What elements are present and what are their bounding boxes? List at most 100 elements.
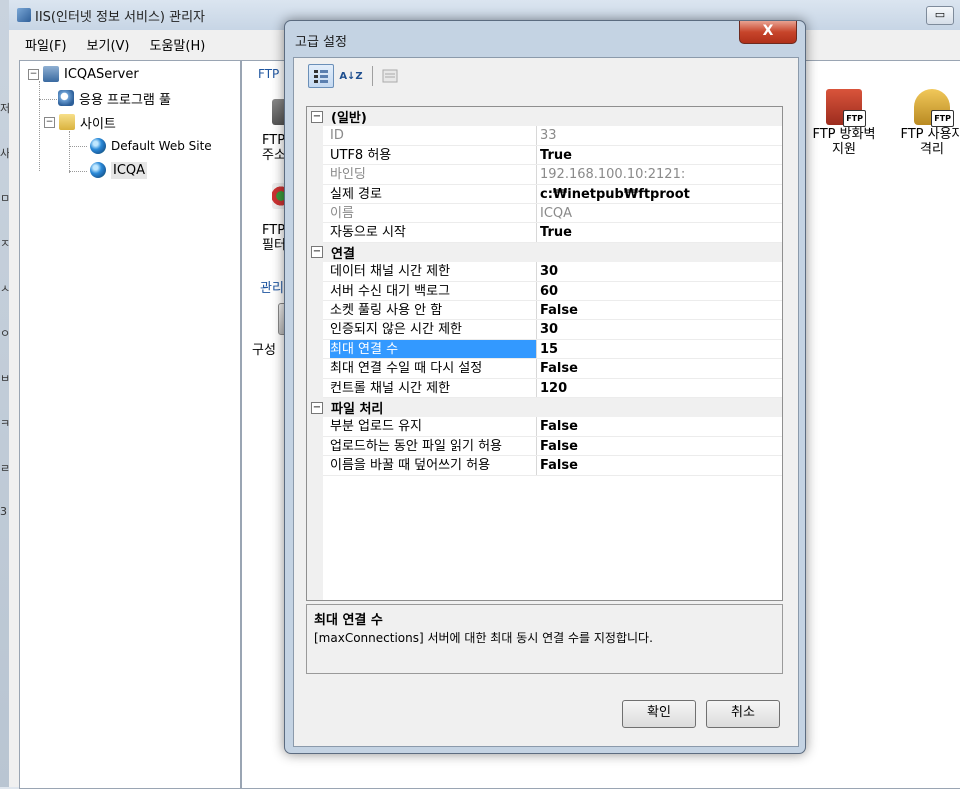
connections-tree: − ICQAServer 응용 프로그램 풀 − 사이트 Default Web… bbox=[19, 60, 241, 789]
category-label: 연결 bbox=[331, 246, 355, 262]
category-row[interactable]: − (일반) bbox=[307, 107, 782, 126]
tree-label-sites: 사이트 bbox=[80, 116, 116, 132]
strip-mark: ㄹ bbox=[0, 462, 9, 475]
tree-label-icqa: ICQA bbox=[111, 161, 148, 179]
folder-icon bbox=[59, 114, 75, 130]
menu-file[interactable]: 파일(F) bbox=[25, 35, 67, 54]
property-row[interactable]: 이름 ICQA bbox=[307, 204, 782, 223]
property-pages-button[interactable] bbox=[377, 64, 403, 88]
property-name: 최대 연결 수 bbox=[330, 339, 536, 359]
property-row[interactable]: ID 33 bbox=[307, 126, 782, 145]
property-row[interactable]: 인증되지 않은 시간 제한 30 bbox=[307, 320, 782, 339]
property-value[interactable]: 30 bbox=[540, 262, 780, 281]
collapse-icon[interactable]: − bbox=[311, 246, 323, 259]
property-row[interactable]: 부분 업로드 유지 False bbox=[307, 417, 782, 436]
property-name: 데이터 채널 시간 제한 bbox=[330, 264, 451, 280]
property-value[interactable]: False bbox=[540, 359, 780, 378]
alphabetical-view-button[interactable]: A↓Z bbox=[338, 64, 364, 88]
ok-button[interactable]: 확인 bbox=[622, 700, 696, 728]
property-row[interactable]: 컨트롤 채널 시간 제한 120 bbox=[307, 379, 782, 398]
property-name: 업로드하는 동안 파일 읽기 허용 bbox=[330, 438, 503, 454]
collapse-icon[interactable]: − bbox=[44, 116, 55, 128]
app-pool-icon bbox=[58, 90, 74, 106]
property-value[interactable]: 15 bbox=[540, 340, 780, 359]
cancel-button[interactable]: 취소 bbox=[706, 700, 780, 728]
property-row[interactable]: 소켓 풀링 사용 안 함 False bbox=[307, 301, 782, 320]
property-row[interactable]: 최대 연결 수 15 bbox=[307, 339, 782, 359]
property-row[interactable]: 최대 연결 수일 때 다시 설정 False bbox=[307, 359, 782, 378]
property-row[interactable]: 실제 경로 c:₩inetpub₩ftproot bbox=[307, 185, 782, 204]
property-value[interactable]: False bbox=[540, 301, 780, 320]
user-isolation-icon: FTP bbox=[914, 89, 954, 127]
property-name: 이름 bbox=[330, 206, 354, 221]
property-row[interactable]: 자동으로 시작 True bbox=[307, 223, 782, 242]
feature-config[interactable]: 구성 bbox=[252, 343, 276, 358]
strip-mark: ㅋ bbox=[0, 417, 9, 430]
property-row[interactable]: 바인딩 192.168.100.10:2121: bbox=[307, 165, 782, 184]
property-value[interactable]: 60 bbox=[540, 282, 780, 301]
tree-label-app-pool: 응용 프로그램 풀 bbox=[79, 92, 171, 108]
tree-node-app-pool[interactable]: 응용 프로그램 풀 bbox=[58, 87, 171, 109]
category-row[interactable]: − 연결 bbox=[307, 242, 782, 262]
close-button[interactable]: X bbox=[739, 21, 797, 44]
property-name: 최대 연결 수일 때 다시 설정 bbox=[330, 361, 483, 377]
feature-ftp-firewall[interactable]: FTP FTP 방화벽 지원 bbox=[804, 89, 884, 157]
feature-label: 격리 bbox=[920, 142, 944, 157]
property-value[interactable]: False bbox=[540, 456, 780, 475]
property-pages-icon bbox=[382, 69, 398, 83]
property-name: ID bbox=[330, 128, 344, 144]
tree-node-default-site[interactable]: Default Web Site bbox=[90, 135, 212, 157]
strip-mark: ㅇ bbox=[0, 327, 9, 340]
property-grid[interactable]: − (일반) ID 33 UTF8 허용 True 바인딩 192.168.100.10:21… bbox=[306, 106, 783, 601]
strip-mark: ㅂ bbox=[0, 372, 9, 385]
property-name: 실제 경로 bbox=[330, 186, 382, 202]
property-value[interactable]: True bbox=[540, 223, 780, 242]
property-value[interactable]: 192.168.100.10:2121: bbox=[540, 165, 780, 184]
property-toolbar: A↓Z bbox=[308, 62, 407, 90]
property-row[interactable]: 이름을 바꿀 때 덮어쓰기 허용 False bbox=[307, 456, 782, 475]
property-row[interactable]: 데이터 채널 시간 제한 30 bbox=[307, 262, 782, 281]
property-row[interactable]: UTF8 허용 True bbox=[307, 146, 782, 165]
advanced-settings-dialog: 고급 설정 X A↓Z − (일반) ID 33 UTF8 허용 True 바인… bbox=[284, 20, 806, 754]
menu-help[interactable]: 도움말(H) bbox=[150, 35, 206, 54]
categorized-view-button[interactable] bbox=[308, 64, 334, 88]
property-value[interactable]: 33 bbox=[540, 126, 780, 145]
sort-alpha-icon: A↓Z bbox=[339, 70, 363, 82]
collapse-icon[interactable]: − bbox=[311, 110, 323, 123]
category-label: (일반) bbox=[331, 111, 367, 126]
property-value[interactable]: False bbox=[540, 417, 780, 436]
menu-view[interactable]: 보기(V) bbox=[87, 35, 130, 54]
feature-label: FTP 사용자 bbox=[900, 127, 960, 142]
tree-node-sites[interactable]: − 사이트 bbox=[44, 111, 116, 133]
property-name: 컨트롤 채널 시간 제한 bbox=[330, 380, 451, 396]
collapse-icon[interactable]: − bbox=[28, 68, 39, 80]
feature-label: 지원 bbox=[832, 142, 856, 157]
categorized-icon bbox=[314, 70, 328, 83]
tree-node-server[interactable]: − ICQAServer bbox=[28, 63, 139, 85]
category-row[interactable]: − 파일 처리 bbox=[307, 398, 782, 417]
features-group-header: FTP bbox=[258, 67, 280, 81]
feature-ftp-address[interactable]: FTP 주소 bbox=[262, 133, 286, 163]
property-row[interactable]: 서버 수신 대기 백로그 60 bbox=[307, 282, 782, 301]
feature-label: FTP bbox=[262, 133, 286, 148]
feature-ftp-user-isolation[interactable]: FTP FTP 사용자 격리 bbox=[892, 89, 960, 157]
minimize-button[interactable]: ▭ bbox=[926, 6, 954, 25]
dialog-title: 고급 설정 bbox=[295, 35, 347, 50]
property-name: 부분 업로드 유지 bbox=[330, 419, 422, 435]
property-row[interactable]: 업로드하는 동안 파일 읽기 허용 False bbox=[307, 437, 782, 456]
tree-node-icqa[interactable]: ICQA bbox=[90, 159, 148, 181]
property-value[interactable]: ICQA bbox=[540, 204, 780, 223]
globe-icon bbox=[90, 162, 106, 178]
collapse-icon[interactable]: − bbox=[311, 401, 323, 414]
property-value[interactable]: True bbox=[540, 146, 780, 165]
property-value[interactable]: 120 bbox=[540, 379, 780, 398]
strip-mark: ㅈ bbox=[0, 237, 9, 250]
property-value[interactable]: 30 bbox=[540, 320, 780, 339]
property-value[interactable]: c:₩inetpub₩ftproot bbox=[540, 185, 780, 204]
strip-mark: 3 bbox=[0, 505, 7, 518]
property-value[interactable]: False bbox=[540, 437, 780, 456]
feature-label: FTP bbox=[262, 223, 286, 238]
feature-ftp-filter[interactable]: FTP 필터 bbox=[262, 223, 286, 253]
description-text: [maxConnections] 서버에 대한 최대 동시 연결 수를 지정합니… bbox=[314, 631, 653, 645]
strip-mark: 사 bbox=[0, 147, 9, 160]
